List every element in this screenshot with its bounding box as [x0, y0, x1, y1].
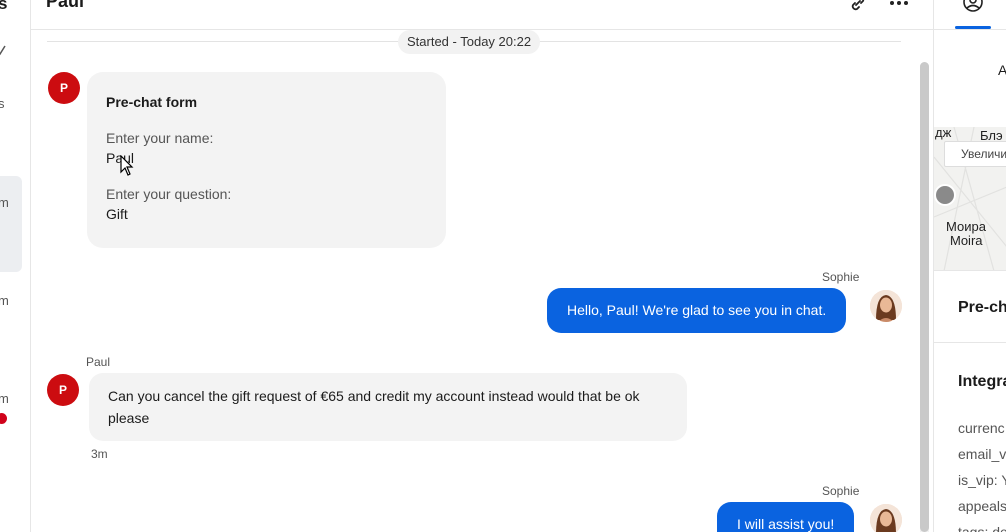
message-bubble-outgoing: Hello, Paul! We're glad to see you in ch… [547, 288, 847, 333]
agent-avatar [870, 290, 902, 322]
avatar: P [48, 72, 80, 104]
sidebar-item-active[interactable] [0, 176, 22, 272]
panel-label-fragment: A [998, 62, 1006, 78]
scrollbar-thumb[interactable] [920, 62, 929, 532]
attribute-row: currenc [958, 420, 1005, 436]
scrollbar[interactable] [920, 62, 929, 532]
prechat-field-label: Enter your name: [106, 130, 214, 146]
map-label: Moira [950, 233, 983, 248]
sidebar-heading-fragment: s [0, 0, 7, 14]
link-icon[interactable] [848, 0, 868, 13]
agent-avatar [870, 504, 902, 532]
prechat-form-title: Pre-chat form [106, 94, 198, 110]
checkmark-icon[interactable] [0, 44, 6, 56]
user-icon[interactable] [962, 0, 984, 13]
message-bubble-outgoing: I will assist you! [717, 502, 855, 532]
chat-transcript: Started - Today 20:22 P Pre-chat form En… [31, 30, 933, 532]
sidebar-item-fragment-1[interactable]: s [0, 96, 5, 111]
attribute-row: email_v [958, 446, 1006, 462]
map-zoom-button[interactable]: Увеличи [944, 141, 1006, 167]
sidebar-item-fragment-3[interactable]: m [0, 293, 9, 308]
prechat-form-card: Pre-chat form Enter your name: Paul Ente… [87, 72, 446, 248]
sidebar-item-fragment-4[interactable]: m [0, 391, 9, 406]
prechat-field-label: Enter your question: [106, 186, 232, 202]
message-author: Paul [86, 355, 111, 369]
message-author: Sophie [822, 484, 860, 498]
location-map[interactable]: дж Блэ Увеличи Моира Moira [934, 127, 1006, 271]
map-label: дж [935, 127, 952, 140]
mouse-cursor-icon [120, 155, 134, 176]
message-author: Sophie [822, 270, 860, 284]
attribute-row: tags: de [958, 524, 1006, 532]
camera-icon[interactable] [934, 184, 956, 206]
attribute-row: appeals [958, 498, 1006, 514]
attribute-row: is_vip: Y [958, 472, 1006, 488]
unread-badge [0, 413, 7, 424]
divider [934, 342, 1006, 343]
integration-section-title[interactable]: Integra [958, 373, 1006, 391]
prechat-section-title[interactable]: Pre-ch [958, 299, 1006, 317]
message-timestamp: 3m [91, 447, 108, 461]
prechat-field-value: Paul [106, 150, 135, 166]
message-bubble-incoming: Can you cancel the gift request of €65 a… [89, 373, 687, 441]
chat-header: Paul [31, 0, 933, 30]
avatar: P [47, 374, 79, 406]
more-icon[interactable] [889, 0, 909, 13]
map-label: Моира [946, 219, 986, 234]
chat-started-badge: Started - Today 20:22 [398, 30, 541, 54]
prechat-field-value: Gift [106, 206, 128, 222]
conversation-list-sidebar: s s m m m [0, 0, 31, 532]
divider [934, 29, 1006, 30]
sidebar-item-fragment-2[interactable]: m [0, 195, 9, 210]
visitor-info-panel: A дж Блэ Увеличи Моира Moira Pre-ch Inte… [933, 0, 1006, 532]
chat-title: Paul [46, 0, 85, 11]
